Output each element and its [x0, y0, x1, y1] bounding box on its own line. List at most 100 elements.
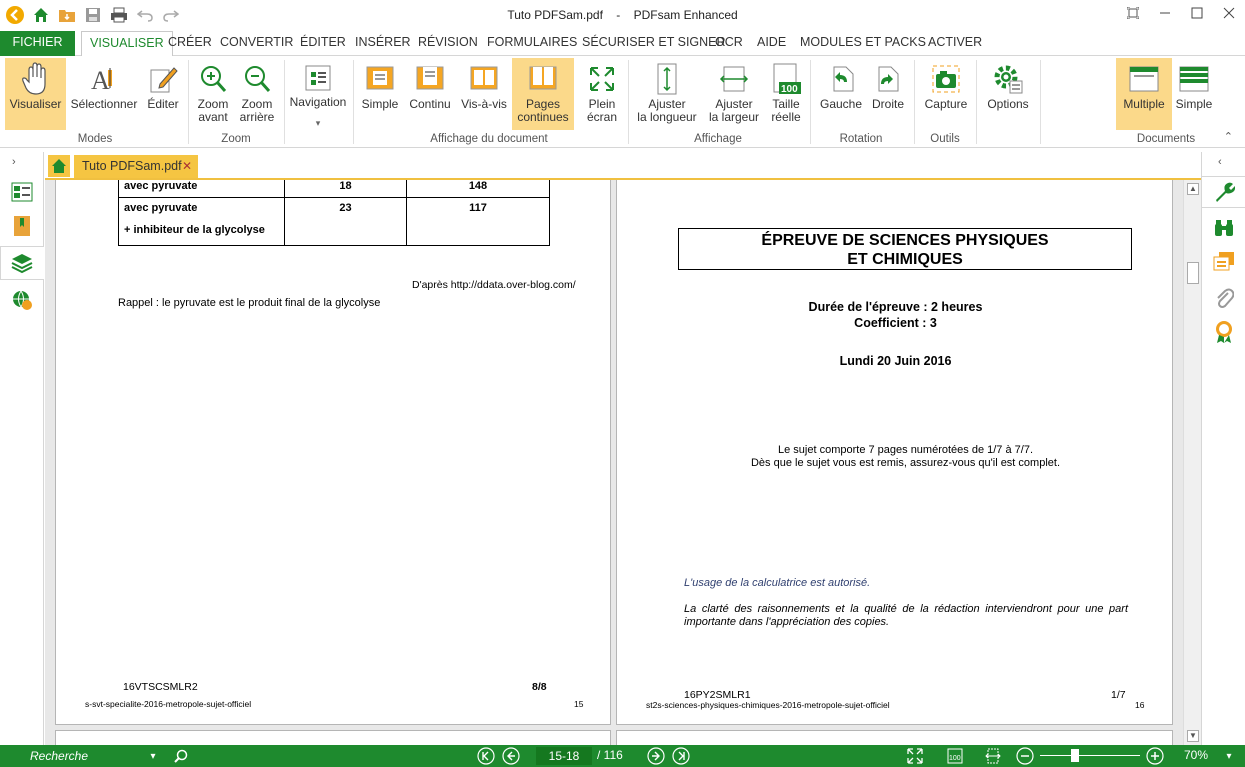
vis-a-vis-button[interactable]: Vis-à-vis	[458, 58, 510, 130]
page-number: 8/8	[532, 681, 547, 693]
multiple-docs-button[interactable]: Multiple	[1116, 58, 1172, 130]
group-affichage-document-label: Affichage du document	[430, 133, 548, 145]
ribbon-separator	[188, 60, 189, 144]
options-button[interactable]: Options	[982, 58, 1034, 130]
ribbon-separator	[810, 60, 811, 144]
expand-left-panel-icon[interactable]: ›	[12, 156, 16, 168]
page-number-input[interactable]: 15-18	[536, 747, 592, 765]
zoom-level[interactable]: 70%	[1184, 748, 1208, 762]
scrollbar-thumb[interactable]	[1187, 262, 1199, 284]
first-page-icon[interactable]	[477, 747, 495, 765]
zoom-arriere-button[interactable]: Zoom arrière	[236, 58, 278, 130]
pencil-edit-icon	[148, 60, 178, 98]
expand-right-panel-icon[interactable]: ‹	[1218, 156, 1222, 168]
previous-page-icon[interactable]	[502, 747, 520, 765]
left-panel-rail: ›	[0, 152, 44, 745]
minimize-icon[interactable]	[1149, 0, 1181, 26]
actual-size-status-icon[interactable]: 100	[946, 747, 964, 765]
document-viewport[interactable]: avec pyruvate 18 148 avec pyruvate + inh…	[45, 180, 1201, 745]
home-tab-icon[interactable]	[48, 155, 70, 177]
tab-ocr[interactable]: OCR	[707, 31, 751, 56]
taille-badge: 100	[781, 84, 798, 95]
editer-label: Éditer	[147, 97, 179, 111]
scroll-down-icon[interactable]: ▼	[1187, 730, 1199, 742]
search-icon[interactable]	[172, 747, 190, 765]
binoculars-icon[interactable]	[1212, 216, 1236, 240]
window-app-name: PDFsam Enhanced	[633, 8, 738, 22]
tab-activer[interactable]: ACTIVER	[920, 31, 990, 56]
comments-icon[interactable]	[1212, 250, 1236, 274]
simple-doc-button[interactable]: Simple	[1174, 58, 1214, 130]
results-table: avec pyruvate 18 148 avec pyruvate + inh…	[118, 180, 550, 246]
rotate-left-button[interactable]: Gauche	[816, 58, 866, 130]
tab-aide[interactable]: AIDE	[749, 31, 794, 56]
zoom-avant-button[interactable]: Zoom avant	[192, 58, 234, 130]
capture-button[interactable]: Capture	[920, 58, 972, 130]
restore-icon[interactable]	[1117, 0, 1149, 26]
close-window-icon[interactable]	[1213, 0, 1245, 26]
maximize-icon[interactable]	[1181, 0, 1213, 26]
table-cell: avec pyruvate	[118, 180, 285, 198]
tab-revision[interactable]: RÉVISION	[410, 31, 486, 56]
fit-width-status-icon[interactable]	[984, 747, 1002, 765]
plein-ecran-button[interactable]: Plein écran	[580, 58, 624, 130]
tab-inserer[interactable]: INSÉRER	[347, 31, 419, 56]
page-number: 1/7	[1111, 689, 1126, 701]
layers-icon[interactable]	[10, 251, 34, 275]
tab-editer[interactable]: ÉDITER	[292, 31, 354, 56]
selectionner-button[interactable]: A Sélectionner	[70, 58, 138, 130]
fullscreen-status-icon[interactable]	[906, 747, 924, 765]
zoom-slider-knob[interactable]	[1071, 749, 1079, 762]
navigation-button[interactable]: Navigation ▾	[288, 58, 348, 130]
last-page-icon[interactable]	[672, 747, 690, 765]
rotate-right-button[interactable]: Droite	[868, 58, 908, 130]
table-cell: avec pyruvate + inhibiteur de la glycoly…	[118, 197, 285, 246]
camera-icon	[930, 60, 962, 98]
scroll-up-icon[interactable]: ▲	[1187, 183, 1199, 195]
tab-convertir[interactable]: CONVERTIR	[212, 31, 301, 56]
ribbon-separator	[353, 60, 354, 144]
zoom-dropdown-icon[interactable]: ▾	[1220, 747, 1238, 765]
taille-reelle-button[interactable]: 100 Taille réelle	[766, 58, 806, 130]
tab-creer[interactable]: CRÉER	[160, 31, 220, 56]
vertical-scrollbar[interactable]: ▲ ▼	[1183, 180, 1201, 745]
hand-icon	[21, 60, 51, 98]
zoom-in-status-icon[interactable]	[1146, 747, 1164, 765]
thumbnails-icon[interactable]	[10, 180, 34, 204]
next-page-icon[interactable]	[647, 747, 665, 765]
tab-modules-packs[interactable]: MODULES ET PACKS	[792, 31, 934, 56]
continu-button[interactable]: Continu	[406, 58, 454, 130]
row-label-line-2: + inhibiteur de la glycolyse	[124, 224, 265, 236]
zoom-out-status-icon[interactable]	[1016, 747, 1034, 765]
search-dropdown-icon[interactable]: ▾	[144, 747, 162, 765]
document-tab[interactable]: Tuto PDFSam.pdf ✕	[74, 155, 198, 178]
pdf-page-right: ÉPREUVE DE SCIENCES PHYSIQUES ET CHIMIQU…	[616, 180, 1173, 725]
navigation-dropdown-icon[interactable]: ▾	[316, 117, 321, 130]
certificate-icon[interactable]	[1212, 320, 1236, 344]
tab-visualiser[interactable]: VISUALISER	[81, 31, 173, 57]
editer-button[interactable]: Éditer	[142, 58, 184, 130]
collapse-ribbon-icon[interactable]: ⌃	[1224, 130, 1233, 143]
ajuster-longueur-button[interactable]: Ajuster la longueur	[634, 58, 700, 130]
visualiser-button[interactable]: Visualiser	[5, 58, 66, 130]
window-title-separator: -	[616, 8, 621, 22]
wrench-icon[interactable]	[1212, 180, 1236, 204]
zoom-slider-track[interactable]	[1040, 755, 1140, 756]
close-tab-icon[interactable]: ✕	[182, 155, 192, 178]
zoom-avant-label-2: avant	[198, 110, 228, 124]
ajuster-largeur-label-2: la largeur	[708, 110, 760, 124]
links-globe-icon[interactable]	[10, 288, 34, 312]
ajuster-largeur-button[interactable]: Ajuster la largeur	[704, 58, 764, 130]
navigation-label: Navigation	[289, 95, 347, 109]
group-affichage-label: Affichage	[694, 133, 742, 145]
search-input[interactable]: Recherche	[24, 747, 159, 765]
multiple-label: Multiple	[1123, 97, 1165, 111]
bookmarks-icon[interactable]	[10, 214, 34, 238]
pdf-page-right-next	[616, 730, 1173, 745]
pages-continues-button[interactable]: Pages continues	[512, 58, 574, 130]
calculatrice-text: L'usage de la calculatrice est autorisé.	[684, 577, 871, 589]
tab-formulaires[interactable]: FORMULAIRES	[479, 31, 585, 56]
attachment-icon[interactable]	[1212, 286, 1236, 310]
simple-page-button[interactable]: Simple	[358, 58, 402, 130]
tab-fichier[interactable]: FICHIER	[0, 31, 75, 56]
